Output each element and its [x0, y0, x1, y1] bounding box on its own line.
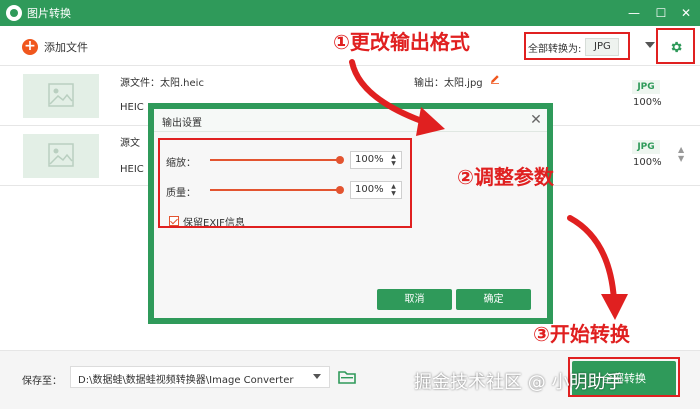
- annotation-arrow: [567, 215, 617, 303]
- annotation-arrow: [349, 59, 433, 127]
- annotation-arrows: [349, 59, 628, 320]
- annotation-arrow-head: [416, 107, 445, 136]
- watermark: 掘金技术社区 @ 小明助手: [414, 372, 624, 393]
- annotation-arrow-head: [601, 294, 628, 320]
- annotation-step2: ②调整参数: [457, 165, 554, 189]
- annotation-step1: ①更改输出格式: [333, 30, 470, 54]
- annotation-step3: ③开始转换: [533, 322, 630, 346]
